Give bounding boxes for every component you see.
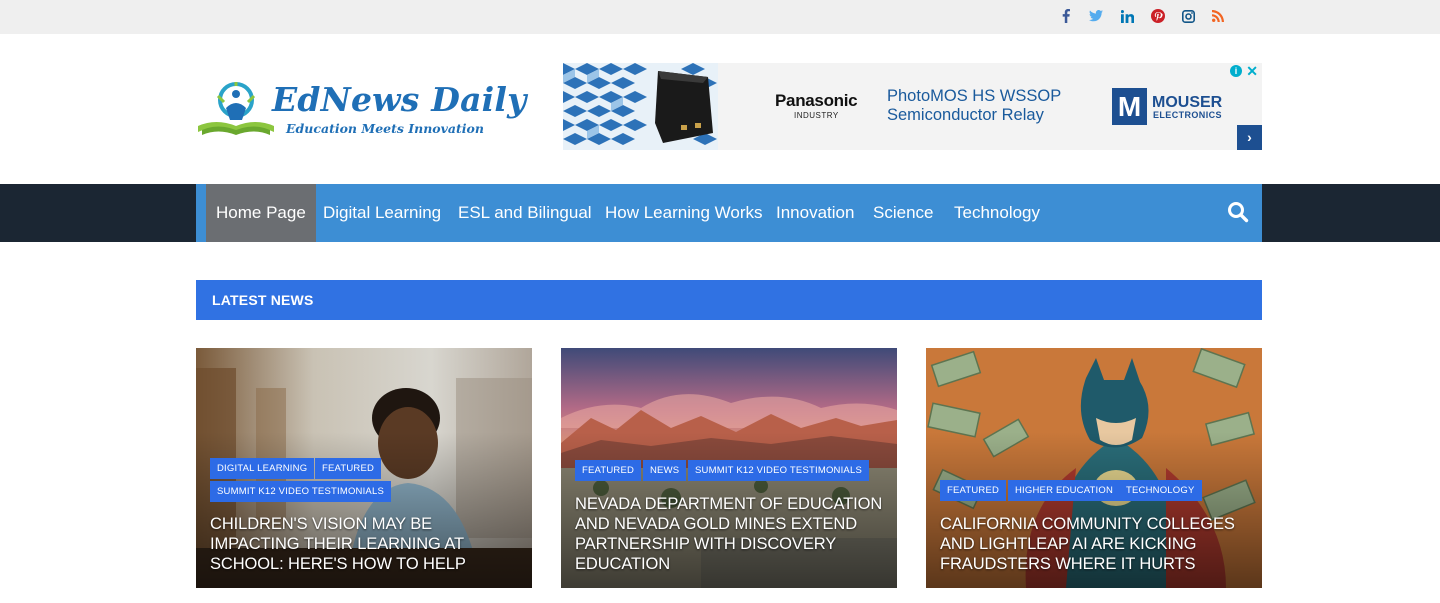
ad-info-icon[interactable]: i <box>1230 65 1242 77</box>
logo-tagline: Education Meets Innovation <box>286 121 484 136</box>
category-tag[interactable]: DIGITAL LEARNING <box>210 458 315 479</box>
linkedin-icon[interactable] <box>1118 7 1136 25</box>
nav-item-how-learning-works[interactable]: How Learning Works <box>605 184 762 242</box>
category-tag[interactable]: TECHNOLOGY <box>1119 480 1202 501</box>
nav-item-home-page[interactable]: Home Page <box>206 184 316 242</box>
instagram-icon[interactable] <box>1179 7 1197 25</box>
article-card[interactable]: FEATURED NEWS SUMMIT K12 VIDEO TESTIMONI… <box>561 348 897 588</box>
main-navbar: Home Page Digital Learning ESL and Bilin… <box>0 184 1440 242</box>
category-tag[interactable]: FEATURED <box>315 458 382 479</box>
nav-item-innovation[interactable]: Innovation <box>776 184 854 242</box>
nav-item-technology[interactable]: Technology <box>954 184 1040 242</box>
article-title[interactable]: CHILDREN'S VISION MAY BE IMPACTING THEIR… <box>210 514 520 574</box>
nav-item-science[interactable]: Science <box>873 184 933 242</box>
mouser-logo-icon: M <box>1112 88 1147 125</box>
latest-news-label: LATEST NEWS <box>212 292 314 308</box>
ad-headline-line1: PhotoMOS HS WSSOP <box>887 87 1062 105</box>
advertisement-banner[interactable]: Panasonic INDUSTRY PhotoMOS HS WSSOP Sem… <box>563 63 1262 150</box>
category-tag[interactable]: SUMMIT K12 VIDEO TESTIMONIALS <box>210 481 391 502</box>
ad-headline-line2: Semiconductor Relay <box>887 106 1044 124</box>
article-card[interactable]: DIGITAL LEARNING FEATURED SUMMIT K12 VID… <box>196 348 532 588</box>
ad-partner-sub: ELECTRONICS <box>1153 110 1222 120</box>
article-title[interactable]: NEVADA DEPARTMENT OF EDUCATION AND NEVAD… <box>575 494 885 574</box>
category-tag[interactable]: FEATURED <box>575 460 642 481</box>
nav-menu: Home Page Digital Learning ESL and Bilin… <box>196 184 1262 242</box>
ad-arrow-button[interactable]: › <box>1237 125 1262 150</box>
category-tag[interactable]: FEATURED <box>940 480 1007 501</box>
logo-emblem-icon <box>198 82 274 135</box>
article-card[interactable]: FEATURED HIGHER EDUCATION TECHNOLOGY CAL… <box>926 348 1262 588</box>
category-tag[interactable]: HIGHER EDUCATION <box>1008 480 1121 501</box>
category-tag[interactable]: SUMMIT K12 VIDEO TESTIMONIALS <box>688 460 869 481</box>
article-title[interactable]: CALIFORNIA COMMUNITY COLLEGES AND LIGHTL… <box>940 514 1250 574</box>
latest-news-header: LATEST NEWS <box>196 280 1262 320</box>
ad-brand-sub: INDUSTRY <box>794 111 839 120</box>
ad-brand: Panasonic <box>775 91 858 110</box>
pinterest-icon[interactable] <box>1149 7 1167 25</box>
nav-item-esl-and-bilingual[interactable]: ESL and Bilingual <box>458 184 592 242</box>
search-icon[interactable] <box>1227 201 1249 223</box>
social-bar <box>0 0 1440 34</box>
category-tag[interactable]: NEWS <box>643 460 687 481</box>
rss-icon[interactable] <box>1209 7 1227 25</box>
logo-title: EdNews Daily <box>272 80 527 119</box>
nav-item-digital-learning[interactable]: Digital Learning <box>323 184 441 242</box>
site-logo[interactable]: EdNews Daily Education Meets Innovation <box>196 78 526 140</box>
facebook-icon[interactable] <box>1057 7 1075 25</box>
twitter-icon[interactable] <box>1087 7 1105 25</box>
ad-cube-pattern-image <box>563 63 718 150</box>
ad-close-icon[interactable]: ✕ <box>1246 63 1258 80</box>
